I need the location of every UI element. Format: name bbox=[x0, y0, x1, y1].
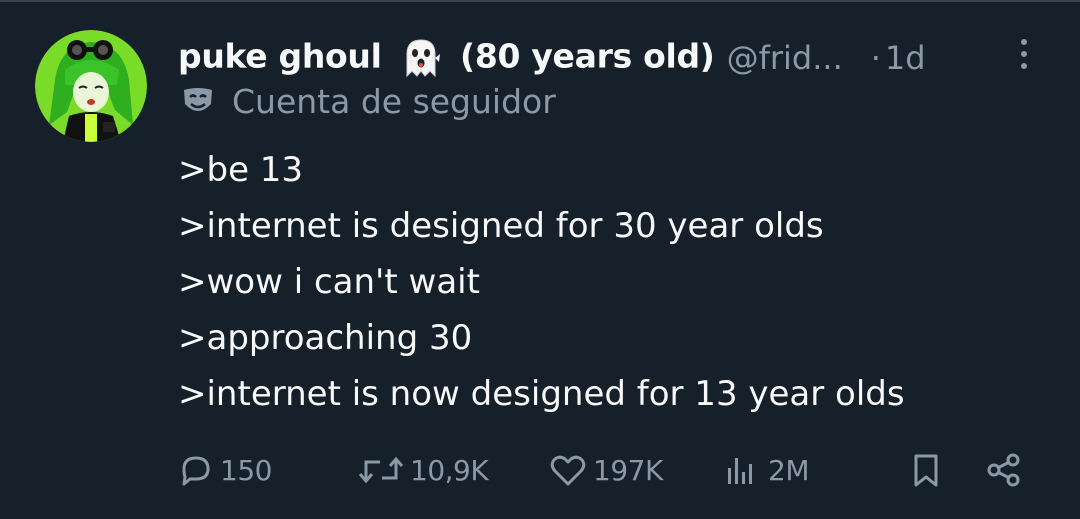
reply-count: 150 bbox=[220, 453, 272, 487]
post-header: puke ghoul (80 years old) @frid... · 1d bbox=[178, 28, 926, 88]
repost-button[interactable]: 10,9K bbox=[356, 440, 489, 500]
heart-icon bbox=[550, 455, 586, 486]
author-handle[interactable]: @frid... bbox=[727, 39, 843, 77]
share-button[interactable] bbox=[984, 440, 1024, 500]
post-time[interactable]: 1d bbox=[885, 39, 926, 77]
account-label: Cuenta de seguidor bbox=[232, 82, 556, 121]
action-bar: 150 10,9K 197K 2M bbox=[0, 440, 1080, 500]
account-label-row: Cuenta de seguidor bbox=[180, 82, 556, 121]
analytics-icon bbox=[728, 458, 752, 484]
post-line: >internet is designed for 30 year olds bbox=[178, 206, 824, 246]
author-name[interactable]: puke ghoul (80 years old) bbox=[178, 36, 715, 80]
post-line: >internet is now designed for 13 year ol… bbox=[178, 374, 905, 414]
dot-separator: · bbox=[870, 39, 881, 77]
top-divider bbox=[0, 0, 1080, 2]
ghost-icon bbox=[406, 39, 440, 78]
post-line: >wow i can't wait bbox=[178, 262, 480, 302]
repost-count: 10,9K bbox=[410, 453, 489, 487]
post-line: >approaching 30 bbox=[178, 318, 473, 358]
view-count: 2M bbox=[768, 453, 809, 487]
like-button[interactable]: 197K bbox=[547, 440, 663, 500]
like-count: 197K bbox=[593, 453, 663, 487]
share-icon bbox=[987, 453, 1020, 487]
author-name-prefix: puke ghoul bbox=[178, 36, 382, 76]
bookmark-button[interactable] bbox=[906, 440, 946, 500]
post-line: >be 13 bbox=[178, 150, 304, 190]
reply-button[interactable]: 150 bbox=[176, 440, 272, 500]
avatar[interactable] bbox=[35, 30, 147, 142]
author-name-suffix: (80 years old) bbox=[460, 36, 715, 76]
bookmark-icon bbox=[914, 454, 938, 487]
more-options-icon[interactable] bbox=[1013, 36, 1035, 72]
avatar-image bbox=[35, 30, 147, 142]
post-body: >be 13 >internet is designed for 30 year… bbox=[178, 142, 1058, 422]
repost-icon bbox=[358, 456, 404, 484]
theater-mask-icon bbox=[184, 87, 212, 111]
views-button[interactable]: 2M bbox=[720, 440, 809, 500]
reply-icon bbox=[182, 456, 210, 486]
